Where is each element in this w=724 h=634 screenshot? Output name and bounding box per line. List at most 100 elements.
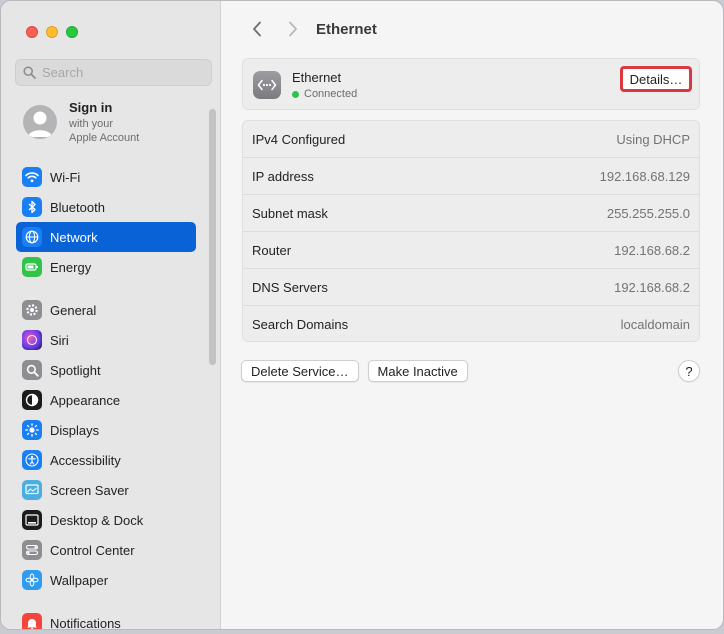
toolbar: Ethernet: [222, 1, 723, 57]
bell-icon: [22, 613, 42, 629]
info-row: DNS Servers 192.168.68.2: [243, 269, 699, 306]
info-label: Router: [252, 242, 292, 258]
action-buttons: Delete Service… Make Inactive: [241, 360, 468, 382]
sidebar-item-label: Appearance: [50, 392, 121, 408]
info-row: Subnet mask 255.255.255.0: [243, 195, 699, 232]
info-value: localdomain: [620, 317, 690, 332]
back-button[interactable]: [242, 16, 272, 42]
sidebar-item-siri[interactable]: Siri: [16, 325, 196, 355]
chevron-left-icon: [253, 21, 261, 37]
sidebar-item-network[interactable]: Network: [16, 222, 196, 252]
page-title: Ethernet: [316, 20, 377, 38]
make-inactive-button[interactable]: Make Inactive: [367, 360, 468, 382]
siri-icon: [22, 330, 42, 350]
info-label: Search Domains: [252, 317, 349, 332]
search-field[interactable]: [15, 59, 212, 86]
info-row: Search Domains localdomain: [243, 306, 699, 343]
sidebar-item-wifi[interactable]: Wi-Fi: [16, 162, 196, 192]
sidebar-group-notifications: Notifications: [16, 608, 196, 630]
info-label: Subnet mask: [252, 205, 328, 221]
sidebar-item-label: Spotlight: [50, 362, 101, 378]
sidebar-item-label: Network: [50, 229, 98, 245]
search-icon: [23, 66, 36, 79]
sidebar-item-label: Displays: [50, 422, 100, 438]
sidebar-item-accessibility[interactable]: Accessibility: [16, 445, 196, 475]
sidebar: Sign in with your Apple Account Wi-Fi Bl…: [1, 1, 221, 629]
account-signin-line1: with your: [69, 118, 114, 130]
appearance-icon: [22, 390, 42, 410]
account-signin-line2: Apple Account: [69, 132, 140, 144]
sun-icon: [22, 420, 42, 440]
help-button[interactable]: ?: [678, 360, 700, 382]
info-value: 192.168.68.129: [599, 168, 690, 184]
bluetooth-icon: [22, 197, 42, 217]
sidebar-item-label: Wi-Fi: [50, 169, 81, 185]
forward-button[interactable]: [278, 16, 308, 42]
info-label: IP address: [252, 168, 314, 184]
sidebar-item-label: Accessibility: [50, 452, 121, 468]
info-row: IP address 192.168.68.129: [243, 158, 699, 195]
sidebar-item-label: Bluetooth: [50, 199, 105, 215]
close-button[interactable]: [26, 26, 38, 38]
avatar: [23, 105, 57, 139]
service-status-label: Connected: [304, 88, 358, 100]
sidebar-item-label: Energy: [50, 259, 92, 275]
chevron-right-icon: [289, 21, 297, 37]
settings-window: Sign in with your Apple Account Wi-Fi Bl…: [0, 0, 724, 630]
gear-icon: [22, 300, 42, 320]
info-value: 192.168.68.2: [614, 279, 690, 295]
window-controls: [26, 26, 78, 38]
sidebar-item-energy[interactable]: Energy: [16, 252, 196, 282]
service-name: Ethernet: [292, 70, 342, 85]
sidebar-scrollbar[interactable]: [209, 109, 216, 365]
dock-icon: [22, 510, 42, 530]
battery-icon: [22, 257, 42, 277]
info-value: 255.255.255.0: [606, 205, 690, 221]
info-label: DNS Servers: [252, 279, 328, 295]
ethernet-icon: [253, 71, 281, 99]
minimize-button[interactable]: [46, 26, 58, 38]
apple-account-signin[interactable]: Sign in with your Apple Account: [23, 99, 139, 145]
sidebar-item-general[interactable]: General: [16, 295, 196, 325]
sidebar-item-label: Control Center: [50, 542, 135, 558]
wifi-icon: [22, 167, 42, 187]
sidebar-group-connectivity: Wi-Fi Bluetooth Network Energy: [16, 162, 196, 282]
sidebar-item-screen-saver[interactable]: Screen Saver: [16, 475, 196, 505]
info-row: Router 192.168.68.2: [243, 232, 699, 269]
sidebar-item-label: General: [50, 302, 97, 318]
sidebar-item-desktop-dock[interactable]: Desktop & Dock: [16, 505, 196, 535]
main-content: Ethernet Ethernet Connected Details… IPv…: [222, 1, 723, 629]
screensaver-icon: [22, 480, 42, 500]
info-label: IPv4 Configured: [252, 131, 346, 147]
account-signin-title: Sign in: [69, 100, 113, 115]
sidebar-item-label: Desktop & Dock: [50, 512, 144, 528]
person-icon: [28, 111, 52, 137]
info-value: Using DHCP: [616, 131, 690, 147]
sidebar-item-bluetooth[interactable]: Bluetooth: [16, 192, 196, 222]
info-row: IPv4 Configured Using DHCP: [243, 121, 699, 158]
sidebar-item-label: Siri: [50, 332, 69, 348]
sidebar-item-label: Notifications: [50, 615, 121, 630]
globe-icon: [22, 227, 42, 247]
sidebar-item-label: Wallpaper: [50, 572, 109, 588]
accessibility-icon: [22, 450, 42, 470]
network-info-table: IPv4 Configured Using DHCP IP address 19…: [242, 120, 700, 342]
sidebar-item-displays[interactable]: Displays: [16, 415, 196, 445]
sidebar-item-notifications[interactable]: Notifications: [16, 608, 196, 630]
status-dot-icon: [292, 90, 299, 98]
sidebar-item-appearance[interactable]: Appearance: [16, 385, 196, 415]
search-input[interactable]: [42, 65, 202, 80]
magnifier-icon: [22, 360, 42, 380]
sidebar-group-system: General Siri Spotlight Appearance Displa…: [16, 295, 196, 595]
sidebar-item-control-center[interactable]: Control Center: [16, 535, 196, 565]
sidebar-item-label: Screen Saver: [50, 482, 129, 498]
delete-service-button[interactable]: Delete Service…: [241, 360, 359, 382]
info-value: 192.168.68.2: [614, 242, 690, 258]
service-card: Ethernet Connected Details…: [242, 58, 700, 110]
zoom-button[interactable]: [66, 26, 78, 38]
details-button[interactable]: Details…: [620, 66, 692, 92]
control-center-icon: [22, 540, 42, 560]
sidebar-item-wallpaper[interactable]: Wallpaper: [16, 565, 196, 595]
flower-icon: [22, 570, 42, 590]
sidebar-item-spotlight[interactable]: Spotlight: [16, 355, 196, 385]
